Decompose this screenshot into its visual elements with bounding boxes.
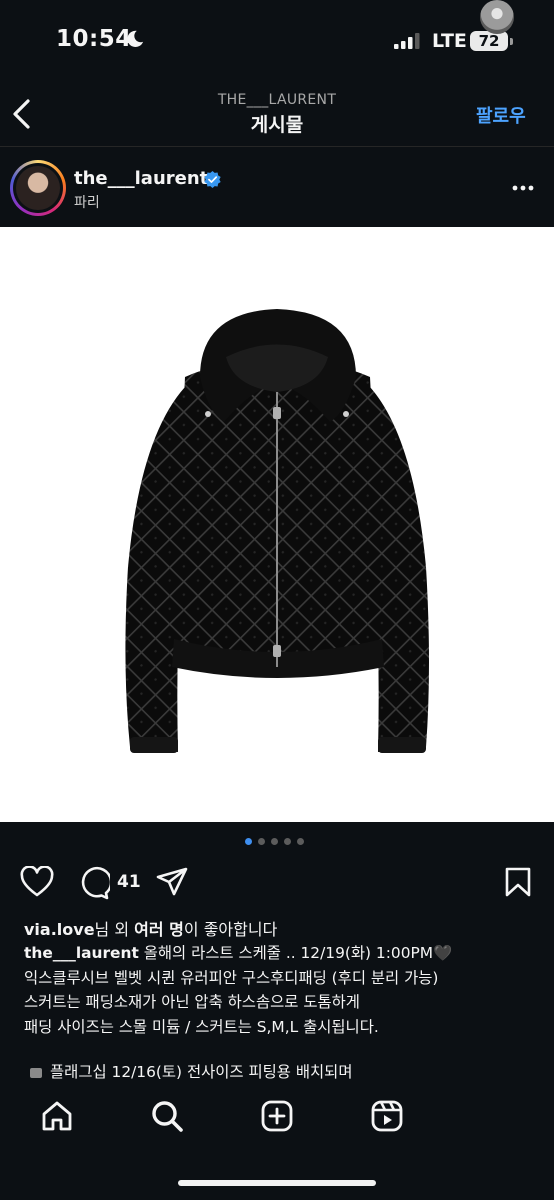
caption-flagship-text: 플래그십 12/16(토) 전사이즈 피팅용 배치되며 [50,1063,353,1081]
header-divider [0,146,554,147]
signal-icon [394,33,420,49]
profile-avatar[interactable] [480,0,514,34]
carousel-indicator [245,838,304,846]
verified-badge-icon [204,171,221,188]
carousel-dot [271,838,278,845]
caption-line: 익스클루시브 벨벳 시퀸 유러피안 구스후디패딩 (후디 분리 가능) [24,968,439,987]
carousel-dot [245,838,252,845]
likes-end: 이 좋아합니다 [183,920,278,939]
heart-icon[interactable] [20,866,54,898]
create-icon[interactable] [260,1099,294,1133]
comment-icon[interactable] [76,866,110,900]
carousel-dot [297,838,304,845]
moon-icon [127,30,144,47]
caption: the___laurent 올해의 라스트 스케줄 .. 12/19(화) 1:… [24,941,539,1039]
liked-by-user[interactable]: via.love [24,920,95,939]
battery-indicator: 72 [470,31,508,51]
carousel-dot [258,838,265,845]
more-icon[interactable] [512,184,534,192]
reels-icon[interactable] [370,1099,404,1133]
post-image[interactable] [0,227,554,822]
likes-middle: 님 외 [94,920,135,939]
carousel-dot [284,838,291,845]
network-label: LTE [432,30,467,52]
home-icon[interactable] [40,1099,74,1133]
status-time: 10:54 [56,26,132,52]
caption-username[interactable]: the___laurent [24,944,139,962]
bookmark-icon[interactable] [504,866,532,898]
flag-icon [30,1067,42,1078]
caption-flagship-line: 플래그십 12/16(토) 전사이즈 피팅용 배치되며 [30,1060,352,1082]
home-indicator[interactable] [178,1180,376,1186]
comment-count[interactable]: 41 [117,872,141,892]
caption-text: 올해의 라스트 스케줄 .. 12/19(화) 1:00PM🖤 [143,944,453,962]
jacket-illustration [125,309,429,753]
post-location[interactable]: 파리 [74,192,100,212]
caption-first-line: the___laurent 올해의 라스트 스케줄 .. 12/19(화) 1:… [24,941,539,966]
likes-summary[interactable]: via.love님 외 여러 명이 좋아합니다 [24,916,277,940]
post-username[interactable]: the___laurent [74,168,208,189]
page-title: 게시물 [250,114,304,136]
caption-line: 패딩 사이즈는 스몰 미듐 / 스커트는 S,M,L 출시됩니다. [24,1017,379,1036]
share-icon[interactable] [156,866,188,898]
avatar[interactable] [16,166,60,210]
follow-button[interactable]: 팔로우 [476,102,526,128]
caption-line: 스커트는 패딩소재가 아닌 압축 하스솜으로 도톰하게 [24,993,360,1011]
likes-others[interactable]: 여러 명 [134,920,184,939]
battery-cap [510,38,513,45]
header-account-name: THE___LAURENT [217,92,337,108]
search-icon[interactable] [150,1099,184,1133]
